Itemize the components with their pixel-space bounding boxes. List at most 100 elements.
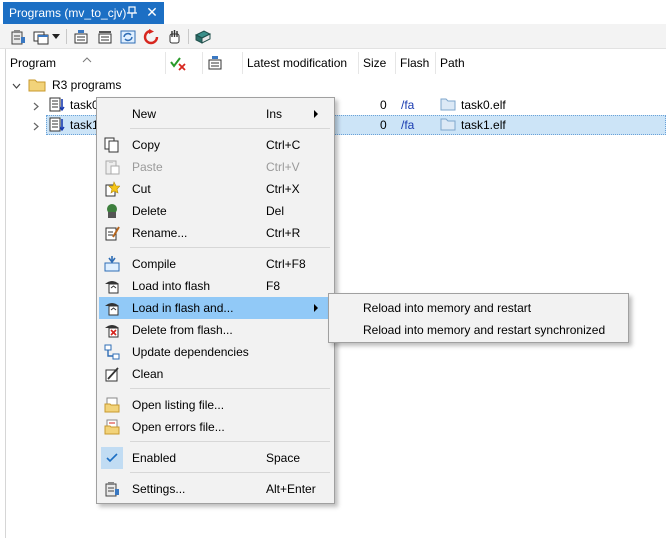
column-path[interactable]: Path [436,52,666,74]
clean-icon [103,365,121,383]
listing-file-icon [103,396,121,414]
rename-icon [103,224,121,242]
menu-item-shortcut: Ctrl+V [266,160,300,174]
menu-item-label: Delete from flash... [132,323,233,337]
menu-separator [130,247,330,248]
tree-root-row[interactable]: R3 programs [6,75,666,95]
compile-column-icon [208,56,222,70]
menu-item-load-into-flash[interactable]: Load into flash F8 [99,275,332,297]
program-name: task1 [70,118,99,132]
errors-file-icon [103,418,121,436]
menu-item-label: Copy [132,138,161,152]
menu-item-compile[interactable]: Compile Ctrl+F8 [99,253,332,275]
column-enabled[interactable] [166,52,203,74]
delete-icon [103,202,121,220]
column-header: Program Latest modification Size Flash P… [6,52,666,74]
column-latest-modification[interactable]: Latest modification [243,52,359,74]
toolbar [0,24,666,49]
menu-item-label: Cut [132,182,151,196]
compile-all-icon[interactable] [71,27,91,46]
submenu-item-label: Reload into memory and restart [363,301,532,315]
menu-item-shortcut: Alt+Enter [266,482,316,496]
program-file-icon [48,96,66,114]
column-program-label: Program [10,56,57,70]
menu-item-shortcut: F8 [266,279,281,293]
submenu-item-label: Reload into memory and restart synchroni… [363,323,606,337]
tree-root-label: R3 programs [52,78,122,92]
menu-item-open-listing[interactable]: Open listing file... [99,394,332,416]
program-flash: /fa [401,118,415,132]
load-all-icon[interactable] [95,27,115,46]
menu-item-delete-from-flash[interactable]: Delete from flash... [99,319,332,341]
program-path: task1.elf [461,118,506,132]
menu-item-shortcut: Ins [266,107,283,121]
submenu-arrow-icon [314,110,318,118]
load-flash-icon [103,299,121,317]
menu-separator [130,472,330,473]
cut-icon [103,180,121,198]
menu-item-label: New [132,107,157,121]
menu-item-label: Load in flash and... [132,301,234,315]
menu-item-label: Update dependencies [132,345,249,359]
menu-item-label: Compile [132,257,177,271]
collapse-chevron-icon[interactable] [12,80,21,89]
column-compile[interactable] [203,52,243,74]
column-flash[interactable]: Flash [396,52,436,74]
menu-separator [130,128,330,129]
column-size[interactable]: Size [359,52,396,74]
menu-item-label: Rename... [132,226,188,240]
tab-title: Programs (mv_to_cjv) [9,6,127,20]
program-name: task0 [70,98,99,112]
load-flash-icon [103,277,121,295]
menu-item-shortcut: Ctrl+X [266,182,300,196]
dropdown-arrow-icon[interactable] [49,27,63,46]
menu-separator [130,441,330,442]
expand-chevron-icon[interactable] [32,100,41,111]
submenu-item-reload-restart-synchronized[interactable]: Reload into memory and restart synchroni… [331,319,626,341]
context-menu: New Ins Copy Ctrl+C Paste Ctrl+V Cut Ctr… [96,97,335,504]
menu-item-label: Settings... [132,482,186,496]
close-tab-button[interactable]: ✕ [145,4,159,20]
menu-item-shortcut: Space [266,451,301,465]
menu-item-load-in-flash-and[interactable]: Load in flash and... [99,297,332,319]
menu-item-delete[interactable]: Delete Del [99,200,332,222]
folder-icon [440,97,456,113]
submenu-arrow-icon [314,304,318,312]
expand-chevron-icon[interactable] [32,120,41,131]
sort-ascending-icon [82,48,92,63]
check-cross-icon [170,57,186,71]
program-file-icon [48,116,66,134]
menu-item-rename[interactable]: Rename... Ctrl+R [99,222,332,244]
settings-icon [103,480,121,498]
menu-item-enabled[interactable]: Enabled Space [99,447,332,469]
programs-tab[interactable]: Programs (mv_to_cjv) ✕ [3,2,164,24]
folder-icon [440,117,456,133]
menu-item-copy[interactable]: Copy Ctrl+C [99,134,332,156]
column-program[interactable]: Program [6,52,166,74]
properties-icon[interactable] [8,27,28,46]
book-icon[interactable] [193,27,213,46]
new-window-icon[interactable] [31,27,51,46]
menu-item-clean[interactable]: Clean [99,363,332,385]
program-flash: /fa [401,98,415,112]
menu-item-settings[interactable]: Settings... Alt+Enter [99,478,332,500]
menu-item-update-dependencies[interactable]: Update dependencies [99,341,332,363]
dependencies-icon [103,343,121,361]
paste-icon [103,158,121,176]
menu-item-shortcut: Ctrl+C [266,138,301,152]
delete-flash-icon [103,321,121,339]
stop-hand-icon[interactable] [164,27,184,46]
compile-icon [103,255,121,273]
checkmark-icon [103,449,121,467]
menu-item-open-errors[interactable]: Open errors file... [99,416,332,438]
menu-item-new[interactable]: New Ins [99,103,332,125]
restart-icon[interactable] [141,27,161,46]
menu-item-paste[interactable]: Paste Ctrl+V [99,156,332,178]
pin-icon[interactable] [125,5,139,20]
submenu-item-reload-restart[interactable]: Reload into memory and restart [331,297,626,319]
menu-item-cut[interactable]: Cut Ctrl+X [99,178,332,200]
menu-item-label: Open errors file... [132,420,225,434]
folder-icon [28,77,46,93]
refresh-icon[interactable] [118,27,138,46]
menu-item-shortcut: Ctrl+F8 [266,257,306,271]
